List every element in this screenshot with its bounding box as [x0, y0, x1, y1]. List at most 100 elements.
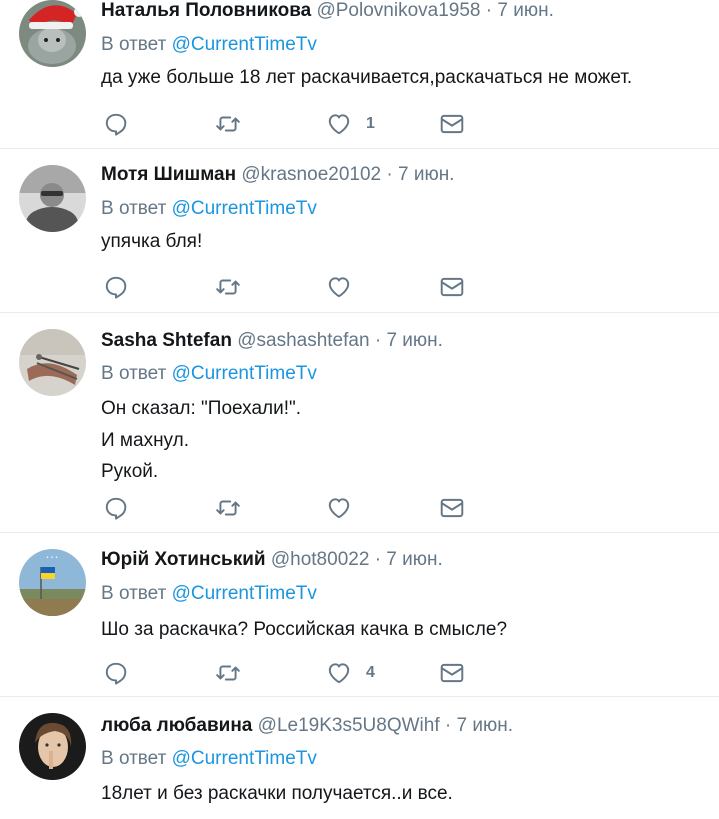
reply-button[interactable] [103, 272, 129, 302]
avatar-image [19, 713, 86, 780]
reply-mention-link[interactable]: @CurrentTimeTv [172, 583, 317, 604]
tweet-2[interactable]: Мотя Шишман @krasnoe20102 · 7 июн. В отв… [0, 149, 719, 313]
retweet-button[interactable] [215, 272, 241, 302]
retweet-icon [216, 279, 240, 295]
retweet-icon [216, 665, 240, 681]
like-button[interactable]: 1 [326, 109, 375, 139]
reply-mention-link[interactable]: @CurrentTimeTv [172, 34, 317, 55]
retweet-button[interactable] [215, 109, 241, 139]
separator: · [374, 549, 382, 570]
display-name[interactable]: Наталья Половникова [101, 0, 311, 21]
like-count: 4 [366, 664, 375, 681]
retweet-icon [216, 116, 240, 132]
display-name[interactable]: люба любавина [101, 715, 252, 736]
tweet-5[interactable]: люба любавина @Le19K3s5U8QWihf · 7 июн. … [0, 697, 719, 819]
avatar-image [19, 165, 86, 232]
reply-icon [105, 662, 127, 685]
tweet-3[interactable]: Sasha Shtefan @sashashtefan · 7 июн. В о… [0, 313, 719, 533]
separator: · [374, 330, 382, 351]
timestamp[interactable]: 7 июн. [398, 164, 454, 185]
tweet-header: Sasha Shtefan @sashashtefan · 7 июн. [101, 329, 443, 353]
retweet-button[interactable] [215, 493, 241, 523]
tweet-actions: 4 [101, 658, 481, 688]
retweet-icon [216, 500, 240, 516]
tweet-text: Он сказал: "Поехали!". И махнул. Рукой. [101, 394, 301, 487]
user-handle[interactable]: @sashashtefan [237, 330, 369, 351]
avatar[interactable] [19, 329, 86, 396]
message-button[interactable] [439, 109, 465, 139]
svg-text:• • •: • • • [46, 555, 58, 561]
reply-prefix: В ответ [101, 34, 167, 55]
like-button[interactable] [326, 493, 366, 523]
display-name[interactable]: Мотя Шишман [101, 164, 236, 185]
tweet-header: Юрій Хотинський @hot80022 · 7 июн. [101, 548, 443, 572]
tweet-4[interactable]: • • • Юрій Хотинський @hot80022 · 7 июн.… [0, 533, 719, 697]
tweet-actions [101, 272, 481, 302]
reply-prefix: В ответ [101, 198, 167, 219]
like-button[interactable]: 4 [326, 658, 375, 688]
message-button[interactable] [439, 272, 465, 302]
avatar[interactable]: • • • [19, 549, 86, 616]
reply-prefix: В ответ [101, 748, 167, 769]
reply-mention-link[interactable]: @CurrentTimeTv [172, 198, 317, 219]
retweet-button[interactable] [215, 658, 241, 688]
reply-context: В ответ @CurrentTimeTv [101, 197, 317, 221]
heart-icon [328, 498, 350, 519]
reply-mention-link[interactable]: @CurrentTimeTv [172, 363, 317, 384]
reply-button[interactable] [103, 658, 129, 688]
separator: · [386, 164, 393, 185]
reply-button[interactable] [103, 493, 129, 523]
envelope-icon [440, 498, 464, 518]
heart-icon [328, 114, 350, 135]
tweet-text-line: Он сказал: "Поехали!". [101, 398, 302, 419]
like-count: 1 [366, 115, 375, 132]
reply-button[interactable] [103, 109, 129, 139]
reply-context: В ответ @CurrentTimeTv [101, 362, 317, 386]
tweet-actions [101, 493, 481, 523]
tweet-text-line: 18лет и без раскачки получается..и все. [101, 783, 453, 804]
tweet-text-line: да уже больше 18 лет раскачивается,раска… [101, 67, 633, 88]
message-button[interactable] [439, 658, 465, 688]
avatar[interactable] [19, 0, 86, 67]
envelope-icon [440, 663, 464, 683]
heart-icon [328, 663, 350, 684]
user-handle[interactable]: @Polovnikova1958 [316, 0, 480, 21]
tweet-header: люба любавина @Le19K3s5U8QWihf · 7 июн. [101, 714, 513, 738]
tweet-text: да уже больше 18 лет раскачивается,раска… [101, 63, 632, 93]
timestamp[interactable]: 7 июн. [386, 549, 442, 570]
tweet-actions: 1 [101, 109, 481, 139]
message-button[interactable] [439, 493, 465, 523]
avatar[interactable] [19, 165, 86, 232]
reply-prefix: В ответ [101, 363, 167, 384]
envelope-icon [440, 277, 464, 297]
timestamp[interactable]: 7 июн. [457, 715, 513, 736]
reply-mention-link[interactable]: @CurrentTimeTv [172, 748, 317, 769]
tweet-text: упячка бля! [101, 227, 202, 257]
user-handle[interactable]: @krasnoe20102 [241, 164, 381, 185]
reply-icon [105, 113, 127, 136]
reply-context: В ответ @CurrentTimeTv [101, 33, 317, 57]
avatar-image [19, 329, 86, 396]
tweet-text-line: Шо за раскачка? Российская качка в смысл… [101, 619, 508, 640]
tweet-text-line: упячка бля! [101, 231, 203, 252]
like-button[interactable] [326, 272, 366, 302]
tweet-text-line: Рукой. [101, 461, 159, 482]
user-handle[interactable]: @Le19K3s5U8QWihf [258, 715, 440, 736]
reply-context: В ответ @CurrentTimeTv [101, 747, 317, 771]
reply-icon [105, 497, 127, 520]
reply-icon [105, 276, 127, 299]
tweet-text-line: И махнул. [101, 430, 190, 451]
envelope-icon [440, 114, 464, 134]
separator: · [485, 0, 493, 21]
avatar[interactable] [19, 713, 86, 780]
tweet-text: Шо за раскачка? Российская качка в смысл… [101, 615, 507, 645]
timestamp[interactable]: 7 июн. [386, 330, 442, 351]
timestamp[interactable]: 7 июн. [497, 0, 553, 21]
display-name[interactable]: Sasha Shtefan [101, 330, 232, 351]
user-handle[interactable]: @hot80022 [271, 549, 370, 570]
display-name[interactable]: Юрій Хотинський [101, 549, 266, 570]
tweet-text: 18лет и без раскачки получается..и все. [101, 779, 453, 809]
tweet-header: Мотя Шишман @krasnoe20102 · 7 июн. [101, 163, 454, 187]
separator: · [444, 715, 452, 736]
tweet-1[interactable]: Наталья Половникова @Polovnikova1958 · 7… [0, 0, 719, 149]
